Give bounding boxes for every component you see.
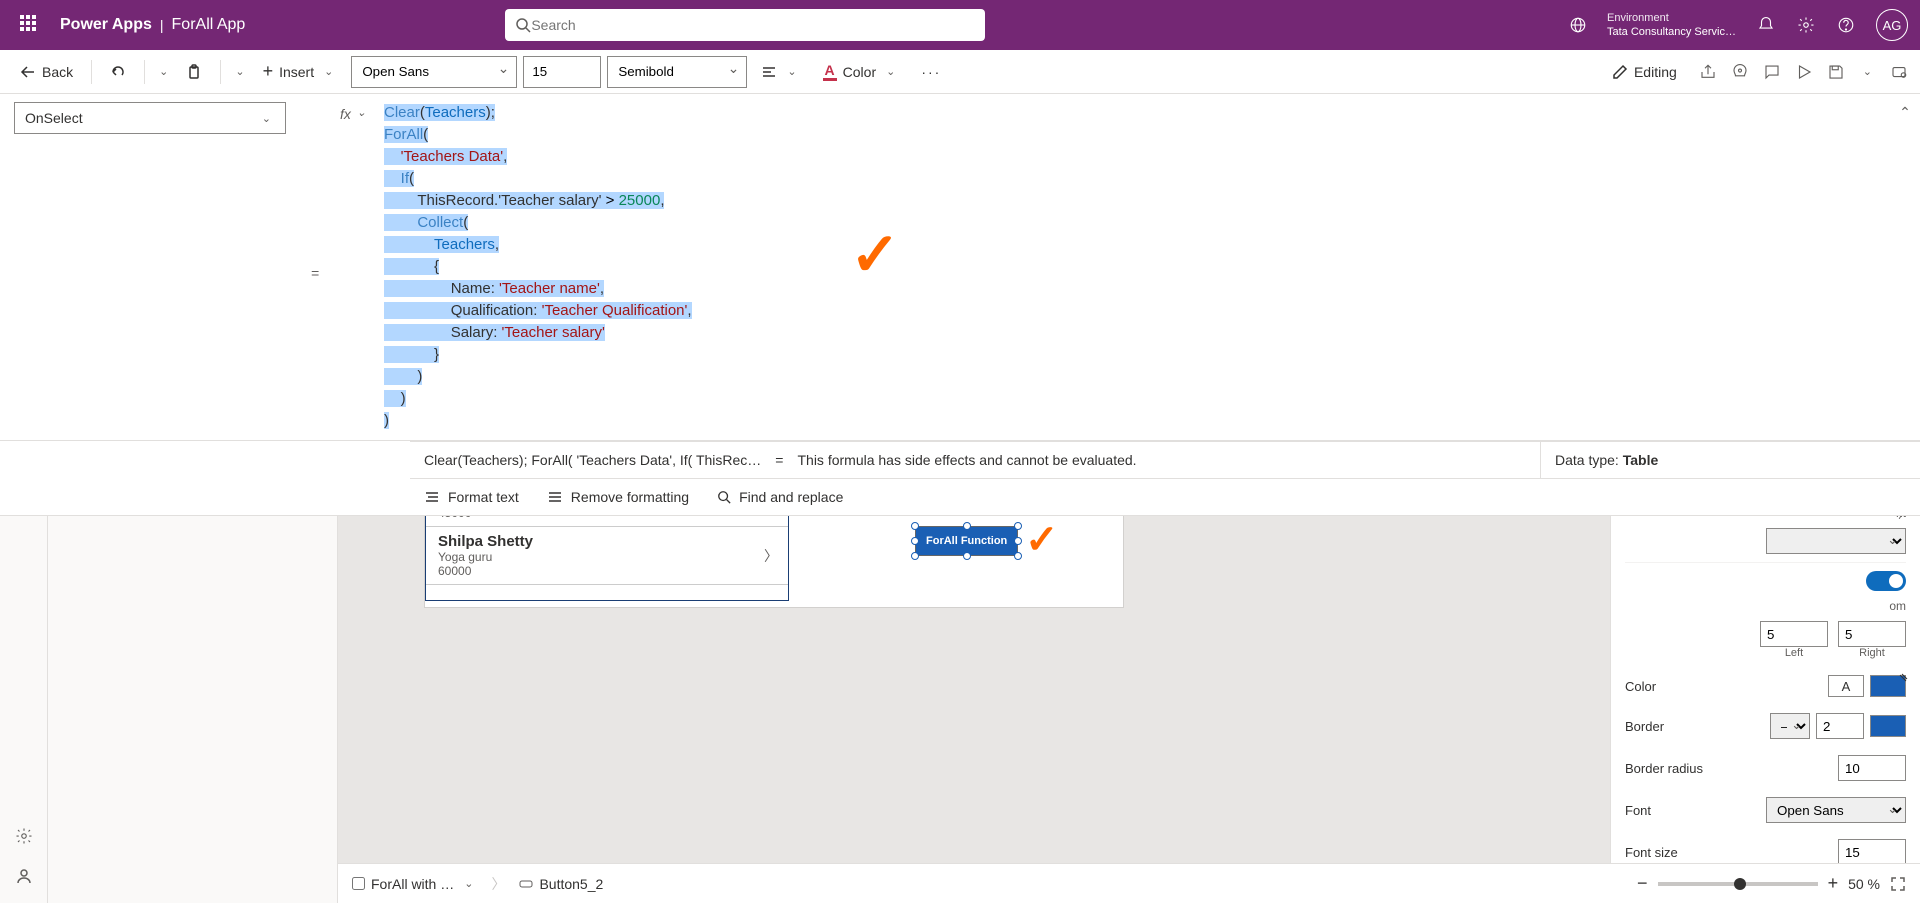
- format-text-button[interactable]: Format text: [424, 489, 519, 505]
- padding-right-input[interactable]: [1838, 621, 1906, 647]
- paste-dropdown[interactable]: ⌄: [231, 65, 248, 78]
- annotation-checkmark: ✓: [850, 244, 900, 265]
- border-radius-input[interactable]: [1838, 755, 1906, 781]
- undo-button[interactable]: [102, 60, 134, 84]
- formula-bar[interactable]: Clear(Teachers); ForAll( 'Teachers Data'…: [380, 94, 1890, 440]
- screen-checkbox[interactable]: [352, 877, 365, 890]
- environment-icon: [1569, 16, 1587, 34]
- publish-icon[interactable]: [1890, 63, 1908, 81]
- zoom-value: 50 %: [1848, 876, 1880, 892]
- zoom-in-button[interactable]: +: [1828, 873, 1839, 894]
- undo-dropdown[interactable]: ⌄: [155, 65, 172, 78]
- preview-icon[interactable]: [1795, 63, 1813, 81]
- formula-result-msg: This formula has side effects and cannot…: [797, 452, 1136, 468]
- prop-font-label: Font: [1625, 803, 1651, 818]
- control-breadcrumb[interactable]: Button5_2: [519, 876, 603, 892]
- environment-picker[interactable]: Environment Tata Consultancy Servic…: [1607, 11, 1736, 39]
- share-icon[interactable]: [1699, 63, 1717, 81]
- prop-radius-label: Border radius: [1625, 761, 1703, 776]
- font-select[interactable]: Open Sans: [351, 56, 517, 88]
- settings-icon[interactable]: [1796, 15, 1816, 35]
- help-icon[interactable]: [1836, 15, 1856, 35]
- border-color-swatch[interactable]: [1870, 715, 1906, 737]
- prop-border-label: Border: [1625, 719, 1664, 734]
- prop-fontsize-label: Font size: [1625, 845, 1678, 860]
- insert-button[interactable]: + Insert ⌄: [255, 57, 346, 86]
- fill-color-swatch[interactable]: [1870, 675, 1906, 697]
- find-replace-button[interactable]: Find and replace: [717, 489, 843, 505]
- fit-screen-icon[interactable]: [1890, 876, 1906, 892]
- prop-font-select[interactable]: Open Sans: [1766, 797, 1906, 823]
- zoom-slider[interactable]: [1658, 882, 1818, 886]
- save-dropdown[interactable]: ⌄: [1859, 65, 1876, 78]
- prop-color-label: Color: [1625, 679, 1656, 694]
- remove-formatting-button[interactable]: Remove formatting: [547, 489, 689, 505]
- prop-fontsize-input[interactable]: [1838, 839, 1906, 863]
- annotation-checkmark: ✓: [1025, 517, 1059, 563]
- global-search[interactable]: [505, 9, 985, 41]
- button-control-icon: [519, 877, 533, 891]
- back-button[interactable]: Back: [12, 60, 81, 84]
- equals-sign: =: [300, 94, 330, 440]
- border-style-select[interactable]: —: [1770, 713, 1810, 739]
- more-button[interactable]: ···: [913, 60, 949, 84]
- font-size-input[interactable]: [523, 56, 601, 88]
- user-avatar[interactable]: AG: [1876, 9, 1908, 41]
- property-selector[interactable]: OnSelect⌄: [14, 102, 286, 134]
- prop-dropdown[interactable]: [1766, 528, 1906, 554]
- padding-left-input[interactable]: [1760, 621, 1828, 647]
- brand-label: Power Apps: [60, 16, 152, 34]
- formula-expand-icon[interactable]: ⌃: [1890, 94, 1920, 440]
- paste-button[interactable]: [178, 60, 210, 84]
- notifications-icon[interactable]: [1756, 15, 1776, 35]
- font-weight-select[interactable]: Semibold: [607, 56, 747, 88]
- text-color-swatch[interactable]: A: [1828, 675, 1864, 697]
- virtual-agent-icon[interactable]: [15, 867, 33, 885]
- font-color-button[interactable]: A Color ⌄: [815, 58, 908, 85]
- fx-icon[interactable]: fx⌄: [330, 94, 380, 440]
- settings-pane-icon[interactable]: [15, 827, 33, 845]
- screen-breadcrumb[interactable]: ForAll with … ⌄: [352, 876, 477, 892]
- formula-preview: Clear(Teachers); ForAll( 'Teachers Data'…: [424, 452, 761, 468]
- search-input[interactable]: [531, 17, 975, 33]
- zoom-out-button[interactable]: −: [1637, 873, 1648, 894]
- editing-mode-button[interactable]: Editing: [1604, 60, 1685, 84]
- app-name: ForAll App: [172, 16, 246, 34]
- search-icon: [515, 17, 531, 33]
- app-launcher-icon[interactable]: [20, 15, 40, 35]
- prop-toggle[interactable]: [1866, 571, 1906, 591]
- align-button[interactable]: ⌄: [753, 60, 808, 84]
- selected-button-control[interactable]: ForAll Function: [915, 526, 1018, 556]
- checker-icon[interactable]: [1731, 63, 1749, 81]
- formula-data-type: Table: [1623, 452, 1659, 468]
- save-icon[interactable]: [1827, 63, 1845, 81]
- border-width-input[interactable]: [1816, 713, 1864, 739]
- gallery-row[interactable]: Shilpa Shetty Yoga guru 60000 〉: [426, 526, 788, 584]
- comments-icon[interactable]: [1763, 63, 1781, 81]
- chevron-right-icon[interactable]: 〉: [764, 546, 778, 566]
